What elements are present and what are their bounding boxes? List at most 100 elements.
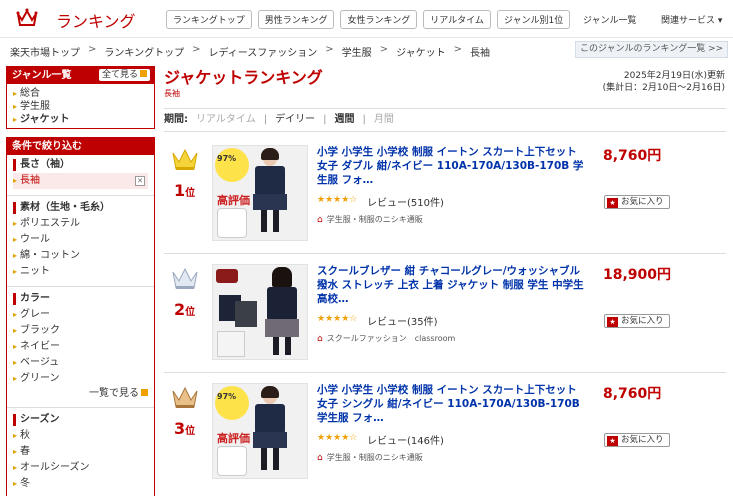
genre-label: ジャケット <box>20 114 70 125</box>
breadcrumb-item[interactable]: ランキングトップ <box>104 44 184 59</box>
site-title[interactable]: ランキング <box>56 8 136 32</box>
star-icon: ★ <box>607 436 618 446</box>
filter-item[interactable]: ▸ 冬 <box>13 476 148 492</box>
genre-item-jacket[interactable]: ▸ ジャケット <box>13 113 148 126</box>
shop-link[interactable]: 学生服・制服のニシキ通販 <box>327 453 423 462</box>
genre-box-title: ジャンル一覧 <box>12 70 72 81</box>
product-title-link[interactable]: スクールブレザー 紺 チャコールグレー/ウォッシャブル 撥水 ストレッチ 上衣 … <box>317 264 587 306</box>
filter-label: 春 <box>20 446 31 457</box>
favorite-button[interactable]: ★ お気に入り <box>604 195 670 209</box>
filter-item[interactable]: ▸ ニット <box>13 264 148 280</box>
arrow-icon: ▸ <box>13 342 18 351</box>
tab-genre-first[interactable]: ジャンル別1位 <box>496 10 571 29</box>
model-leg <box>261 448 267 470</box>
genre-item-uniform[interactable]: ▸ 学生服 <box>13 100 148 113</box>
product-image[interactable] <box>212 264 308 360</box>
breadcrumb-item[interactable]: レディースファッション <box>208 44 317 59</box>
sub-genre-link[interactable]: 長袖 <box>164 88 180 99</box>
selected-filter-long-sleeve[interactable]: ▸ 長袖 ✕ <box>13 173 148 189</box>
breadcrumb-item[interactable]: 学生服 <box>342 44 372 59</box>
bronze-crown-icon <box>172 386 198 408</box>
filter-item[interactable]: ▸ ベージュ <box>13 355 148 371</box>
filter-item[interactable]: ▸ 綿・コットン <box>13 248 148 264</box>
filter-item[interactable]: ▸ グレー <box>13 307 148 323</box>
breadcrumb-item[interactable]: ジャケット <box>396 44 446 59</box>
ranking-item: 3位 97% 高評価 小学 小学生 小学校 制服 イートン スカート上下セット … <box>164 373 726 492</box>
model-hair <box>261 148 279 160</box>
rank-suffix: 位 <box>185 188 196 199</box>
genre-ranking-list-link[interactable]: このジャンルのランキング一覧 >> <box>575 41 728 58</box>
favorite-button[interactable]: ★ お気に入り <box>604 314 670 328</box>
review-link[interactable]: レビュー(146件) <box>367 432 444 447</box>
rating-stars: ★★★★☆ <box>317 433 358 443</box>
breadcrumb-separator: > <box>192 44 201 55</box>
period-range: (集計日：2月10日〜2月16日) <box>602 83 725 93</box>
arrow-icon: ▸ <box>13 447 18 456</box>
model-hair <box>272 267 292 287</box>
badge-rating: 高評価 <box>217 194 250 207</box>
crown-icon[interactable] <box>16 8 38 28</box>
period-weekly: 週間 <box>334 114 355 125</box>
breadcrumb-item[interactable]: 楽天市場トップ <box>10 44 80 59</box>
tab-women-ranking[interactable]: 女性ランキング <box>340 10 418 29</box>
model-leg <box>273 337 279 355</box>
filter-item[interactable]: ▸ ブラック <box>13 323 148 339</box>
shop-link[interactable]: 学生服・制服のニシキ通販 <box>327 215 423 224</box>
period-monthly: 月間 <box>373 114 394 125</box>
tab-men-ranking[interactable]: 男性ランキング <box>257 10 335 29</box>
site-header: ランキング ランキングトップ 男性ランキング 女性ランキング リアルタイム ジャ… <box>0 0 733 38</box>
arrow-icon: ▸ <box>13 115 18 124</box>
filter-length: 長さ（袖） ▸ 長袖 ✕ <box>7 155 154 193</box>
shop-info: ⌂ スクールファッション classroom <box>317 333 455 344</box>
tab-realtime[interactable]: リアルタイム <box>423 10 491 29</box>
filter-item[interactable]: ▸ グリーン <box>13 371 148 387</box>
home-icon: ⌂ <box>317 215 323 225</box>
breadcrumb-separator: > <box>325 44 334 55</box>
review-link[interactable]: レビュー(35件) <box>367 313 438 328</box>
arrow-icon: ▸ <box>13 374 18 383</box>
filter-item[interactable]: ▸ ウール <box>13 232 148 248</box>
filter-item[interactable]: ▸ 春 <box>13 444 148 460</box>
badge-percent: 97% <box>217 392 237 401</box>
favorite-button[interactable]: ★ お気に入り <box>604 433 670 447</box>
period-daily[interactable]: デイリー <box>275 109 315 131</box>
filter-item[interactable]: ▸ オールシーズン <box>13 460 148 476</box>
price: 18,900円 <box>603 267 672 283</box>
product-title-link[interactable]: 小学 小学生 小学校 制服 イートン スカート上下セット 女子 ダブル 紺/ネイ… <box>317 145 587 187</box>
product-image[interactable]: 97% 高評価 <box>212 383 308 479</box>
rank-value: 3 <box>174 419 186 438</box>
model-skirt <box>253 432 287 448</box>
product-title-link[interactable]: 小学 小学生 小学校 制服 イートン スカート上下セット 女子 シングル 紺/ネ… <box>317 383 587 425</box>
filter-item[interactable]: ▸ ポリエステル <box>13 216 148 232</box>
silver-crown-icon <box>172 267 198 289</box>
ranking-item: 1位 97% 高評価 小学 小学生 小学校 制服 イートン スカート上下セット … <box>164 135 726 254</box>
filter-label: ブラック <box>20 325 61 336</box>
arrow-icon: ▸ <box>13 219 18 228</box>
product-swatch <box>217 208 247 238</box>
related-services-menu[interactable]: 関連サービス ▾ <box>661 13 722 26</box>
clear-filter-icon[interactable]: ✕ <box>135 176 145 186</box>
period-label: 期間: <box>164 114 188 125</box>
review-link[interactable]: レビュー(510件) <box>367 194 444 209</box>
model-hair <box>261 386 279 398</box>
star-icon: ★ <box>607 198 618 208</box>
model-skirt <box>253 194 287 210</box>
filter-item[interactable]: ▸ 秋 <box>13 428 148 444</box>
filter-item[interactable]: ▸ ネイビー <box>13 339 148 355</box>
shop-link[interactable]: スクールファッション classroom <box>327 334 456 343</box>
product-image[interactable]: 97% 高評価 <box>212 145 308 241</box>
sidebar: ジャンル一覧 全て見る ▸ 総合 ▸ 学生服 ▸ ジャケット 条件で絞り込む 長さ（袖… <box>6 66 155 496</box>
genre-item-all[interactable]: ▸ 総合 <box>13 87 148 100</box>
see-list-link[interactable]: 一覧で見る <box>13 387 148 401</box>
genre-label: 総合 <box>20 88 41 99</box>
rank-number: 1位 <box>174 181 195 200</box>
feature-chart <box>217 331 245 357</box>
see-all-button[interactable]: 全て見る <box>98 69 150 81</box>
breadcrumb-item[interactable]: 長袖 <box>470 44 490 59</box>
genre-list-link[interactable]: ジャンル一覧 <box>583 13 637 26</box>
tab-ranking-top[interactable]: ランキングトップ <box>166 10 252 29</box>
filter-label: ニット <box>20 266 51 277</box>
arrow-icon: ▸ <box>13 358 18 367</box>
breadcrumb-separator: > <box>453 44 462 55</box>
filter-box: 条件で絞り込む 長さ（袖） ▸ 長袖 ✕ 素材（生地・毛糸） ▸ ポリエステル ▸ ウー… <box>6 137 155 496</box>
